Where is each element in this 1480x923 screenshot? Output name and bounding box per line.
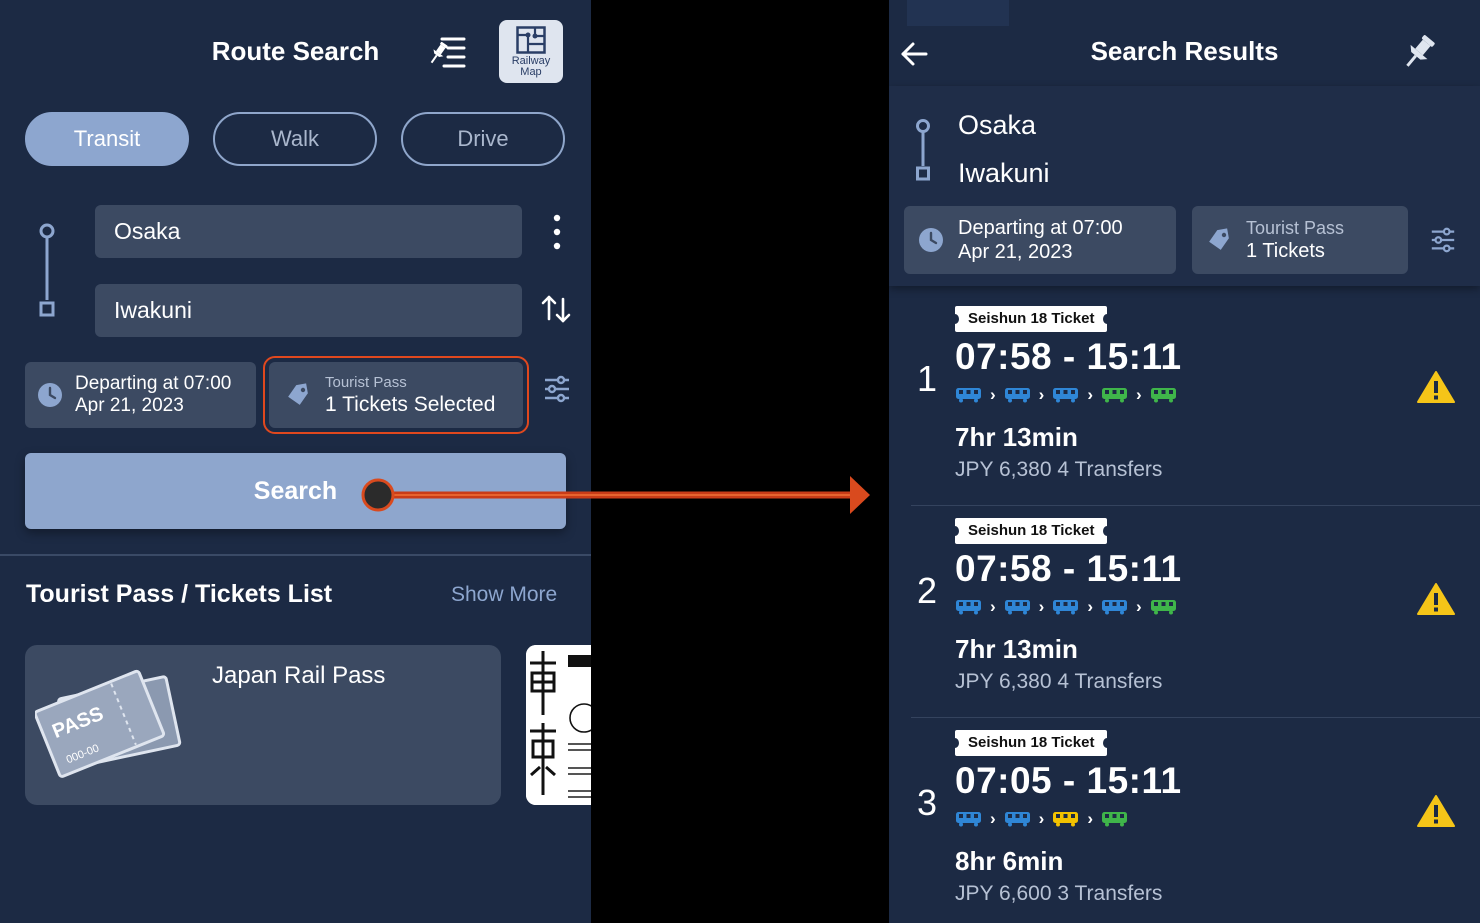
chevron-right-icon: › <box>1038 597 1045 616</box>
train-icon <box>1004 388 1030 403</box>
result-duration: 8hr 6min <box>955 846 1064 876</box>
railway-map-icon <box>516 26 546 54</box>
train-icon <box>956 388 981 403</box>
origin-label: Osaka <box>958 110 1037 140</box>
tab-drive[interactable]: Drive <box>401 112 565 166</box>
chevron-right-icon: › <box>1038 385 1045 404</box>
train-icon <box>1150 600 1176 615</box>
tag-icon <box>1209 228 1229 250</box>
train-sequence: › › › › <box>955 386 1177 404</box>
show-more-link[interactable]: Show More <box>451 583 557 607</box>
ticket-badge: Seishun 18 Ticket <box>950 730 1112 756</box>
tab-transit[interactable]: Transit <box>25 112 189 166</box>
divider <box>0 554 591 556</box>
filter-settings-icon[interactable] <box>1429 226 1457 254</box>
train-icon <box>1102 388 1128 403</box>
departure-text: Departing at 07:00 Apr 21, 2023 <box>75 373 232 416</box>
train-icon <box>1102 600 1128 615</box>
warning-icon[interactable] <box>1417 370 1455 404</box>
search-button[interactable]: Search <box>25 453 566 529</box>
highlight-annotation <box>263 356 529 434</box>
result-time: 07:58 - 15:11 <box>955 336 1182 377</box>
result-fare: JPY 6,600 3 Transfers <box>955 882 1163 905</box>
result-number: 3 <box>917 782 938 823</box>
train-sequence: › › › › <box>955 598 1177 616</box>
origin-input[interactable]: Osaka <box>95 205 522 258</box>
train-icon <box>956 600 981 615</box>
train-icon <box>1053 600 1079 615</box>
pass-card-japan-rail-pass[interactable]: PASS 000-00 Japan Rail Pass <box>25 645 501 805</box>
result-duration: 7hr 13min <box>955 422 1078 452</box>
warning-icon[interactable] <box>1417 794 1455 828</box>
warning-icon[interactable] <box>1417 582 1455 616</box>
result-fare: JPY 6,380 4 Transfers <box>955 458 1163 481</box>
railway-map-button[interactable]: Railway Map <box>499 20 563 83</box>
chevron-right-icon: › <box>1087 385 1094 404</box>
tab-walk[interactable]: Walk <box>213 112 377 166</box>
result-number: 2 <box>917 570 938 611</box>
departure-text: Departing at 07:00 Apr 21, 2023 <box>958 217 1123 263</box>
route-search-screen: Route Search Railway Map Transit Walk Dr… <box>0 0 591 923</box>
swap-icon[interactable] <box>540 293 572 325</box>
result-fare: JPY 6,380 4 Transfers <box>955 670 1163 693</box>
train-icon <box>1053 812 1079 827</box>
clock-icon <box>919 228 943 252</box>
departure-time-selector[interactable]: Departing at 07:00 Apr 21, 2023 <box>904 206 1176 274</box>
chevron-right-icon: › <box>1136 597 1142 616</box>
ticket-badge: Seishun 18 Ticket <box>950 518 1112 544</box>
pass-ticket-icon: PASS 000-00 <box>35 669 182 778</box>
train-sequence: › › › <box>955 810 1128 828</box>
train-icon <box>1004 812 1030 827</box>
result-item-3[interactable]: 3 Seishun 18 Ticket 07:05 - 15:11 › › › 8h… <box>911 718 1480 923</box>
clock-icon <box>38 383 62 407</box>
ticket-badge: Seishun 18 Ticket <box>950 306 1112 332</box>
result-time: 07:58 - 15:11 <box>955 548 1182 589</box>
train-icon <box>1150 388 1176 403</box>
chevron-right-icon: › <box>990 809 996 828</box>
railway-map-label: Railway Map <box>511 55 551 78</box>
tokyo-ticket-image <box>526 645 591 805</box>
destination-label: Iwakuni <box>958 158 1050 188</box>
favorites-list-button[interactable] <box>428 34 468 70</box>
tokyo-ticket-card[interactable] <box>526 645 591 805</box>
result-item-2[interactable]: 2 Seishun 18 Ticket 07:58 - 15:11 › › › › 7… <box>911 506 1480 718</box>
train-icon <box>1004 600 1030 615</box>
search-results-screen: Search Results Osaka Iwakuni Departing a… <box>889 0 1480 923</box>
pin-list-icon <box>430 37 466 68</box>
chevron-right-icon: › <box>1087 597 1094 616</box>
chevron-right-icon: › <box>1087 809 1094 828</box>
more-options-icon[interactable] <box>545 213 569 251</box>
chevron-right-icon: › <box>990 597 996 616</box>
result-number: 1 <box>917 358 938 399</box>
route-connector-icon <box>39 223 55 317</box>
pass-card-title: Japan Rail Pass <box>212 662 386 689</box>
section-title: Tourist Pass / Tickets List <box>26 580 333 608</box>
train-icon <box>956 812 981 827</box>
status-bar-stub <box>907 0 1009 26</box>
train-icon <box>1102 812 1128 827</box>
train-icon <box>1053 388 1079 403</box>
tourist-pass-selector[interactable]: Tourist Pass 1 Tickets <box>1192 206 1408 274</box>
destination-input[interactable]: Iwakuni <box>95 284 522 337</box>
page-title: Search Results <box>1090 36 1279 66</box>
pin-icon[interactable] <box>1399 32 1439 72</box>
departure-time-selector[interactable]: Departing at 07:00 Apr 21, 2023 <box>25 362 256 428</box>
chevron-right-icon: › <box>990 385 996 404</box>
result-item-1[interactable]: 1 Seishun 18 Ticket 07:58 - 15:11 › › › › 7… <box>911 294 1480 506</box>
chevron-right-icon: › <box>1136 385 1142 404</box>
route-connector-icon <box>916 119 930 181</box>
tourist-pass-text: Tourist Pass 1 Tickets <box>1246 218 1345 262</box>
result-duration: 7hr 13min <box>955 634 1078 664</box>
result-time: 07:05 - 15:11 <box>955 760 1182 801</box>
chevron-right-icon: › <box>1038 809 1045 828</box>
filter-settings-icon[interactable] <box>542 374 572 404</box>
